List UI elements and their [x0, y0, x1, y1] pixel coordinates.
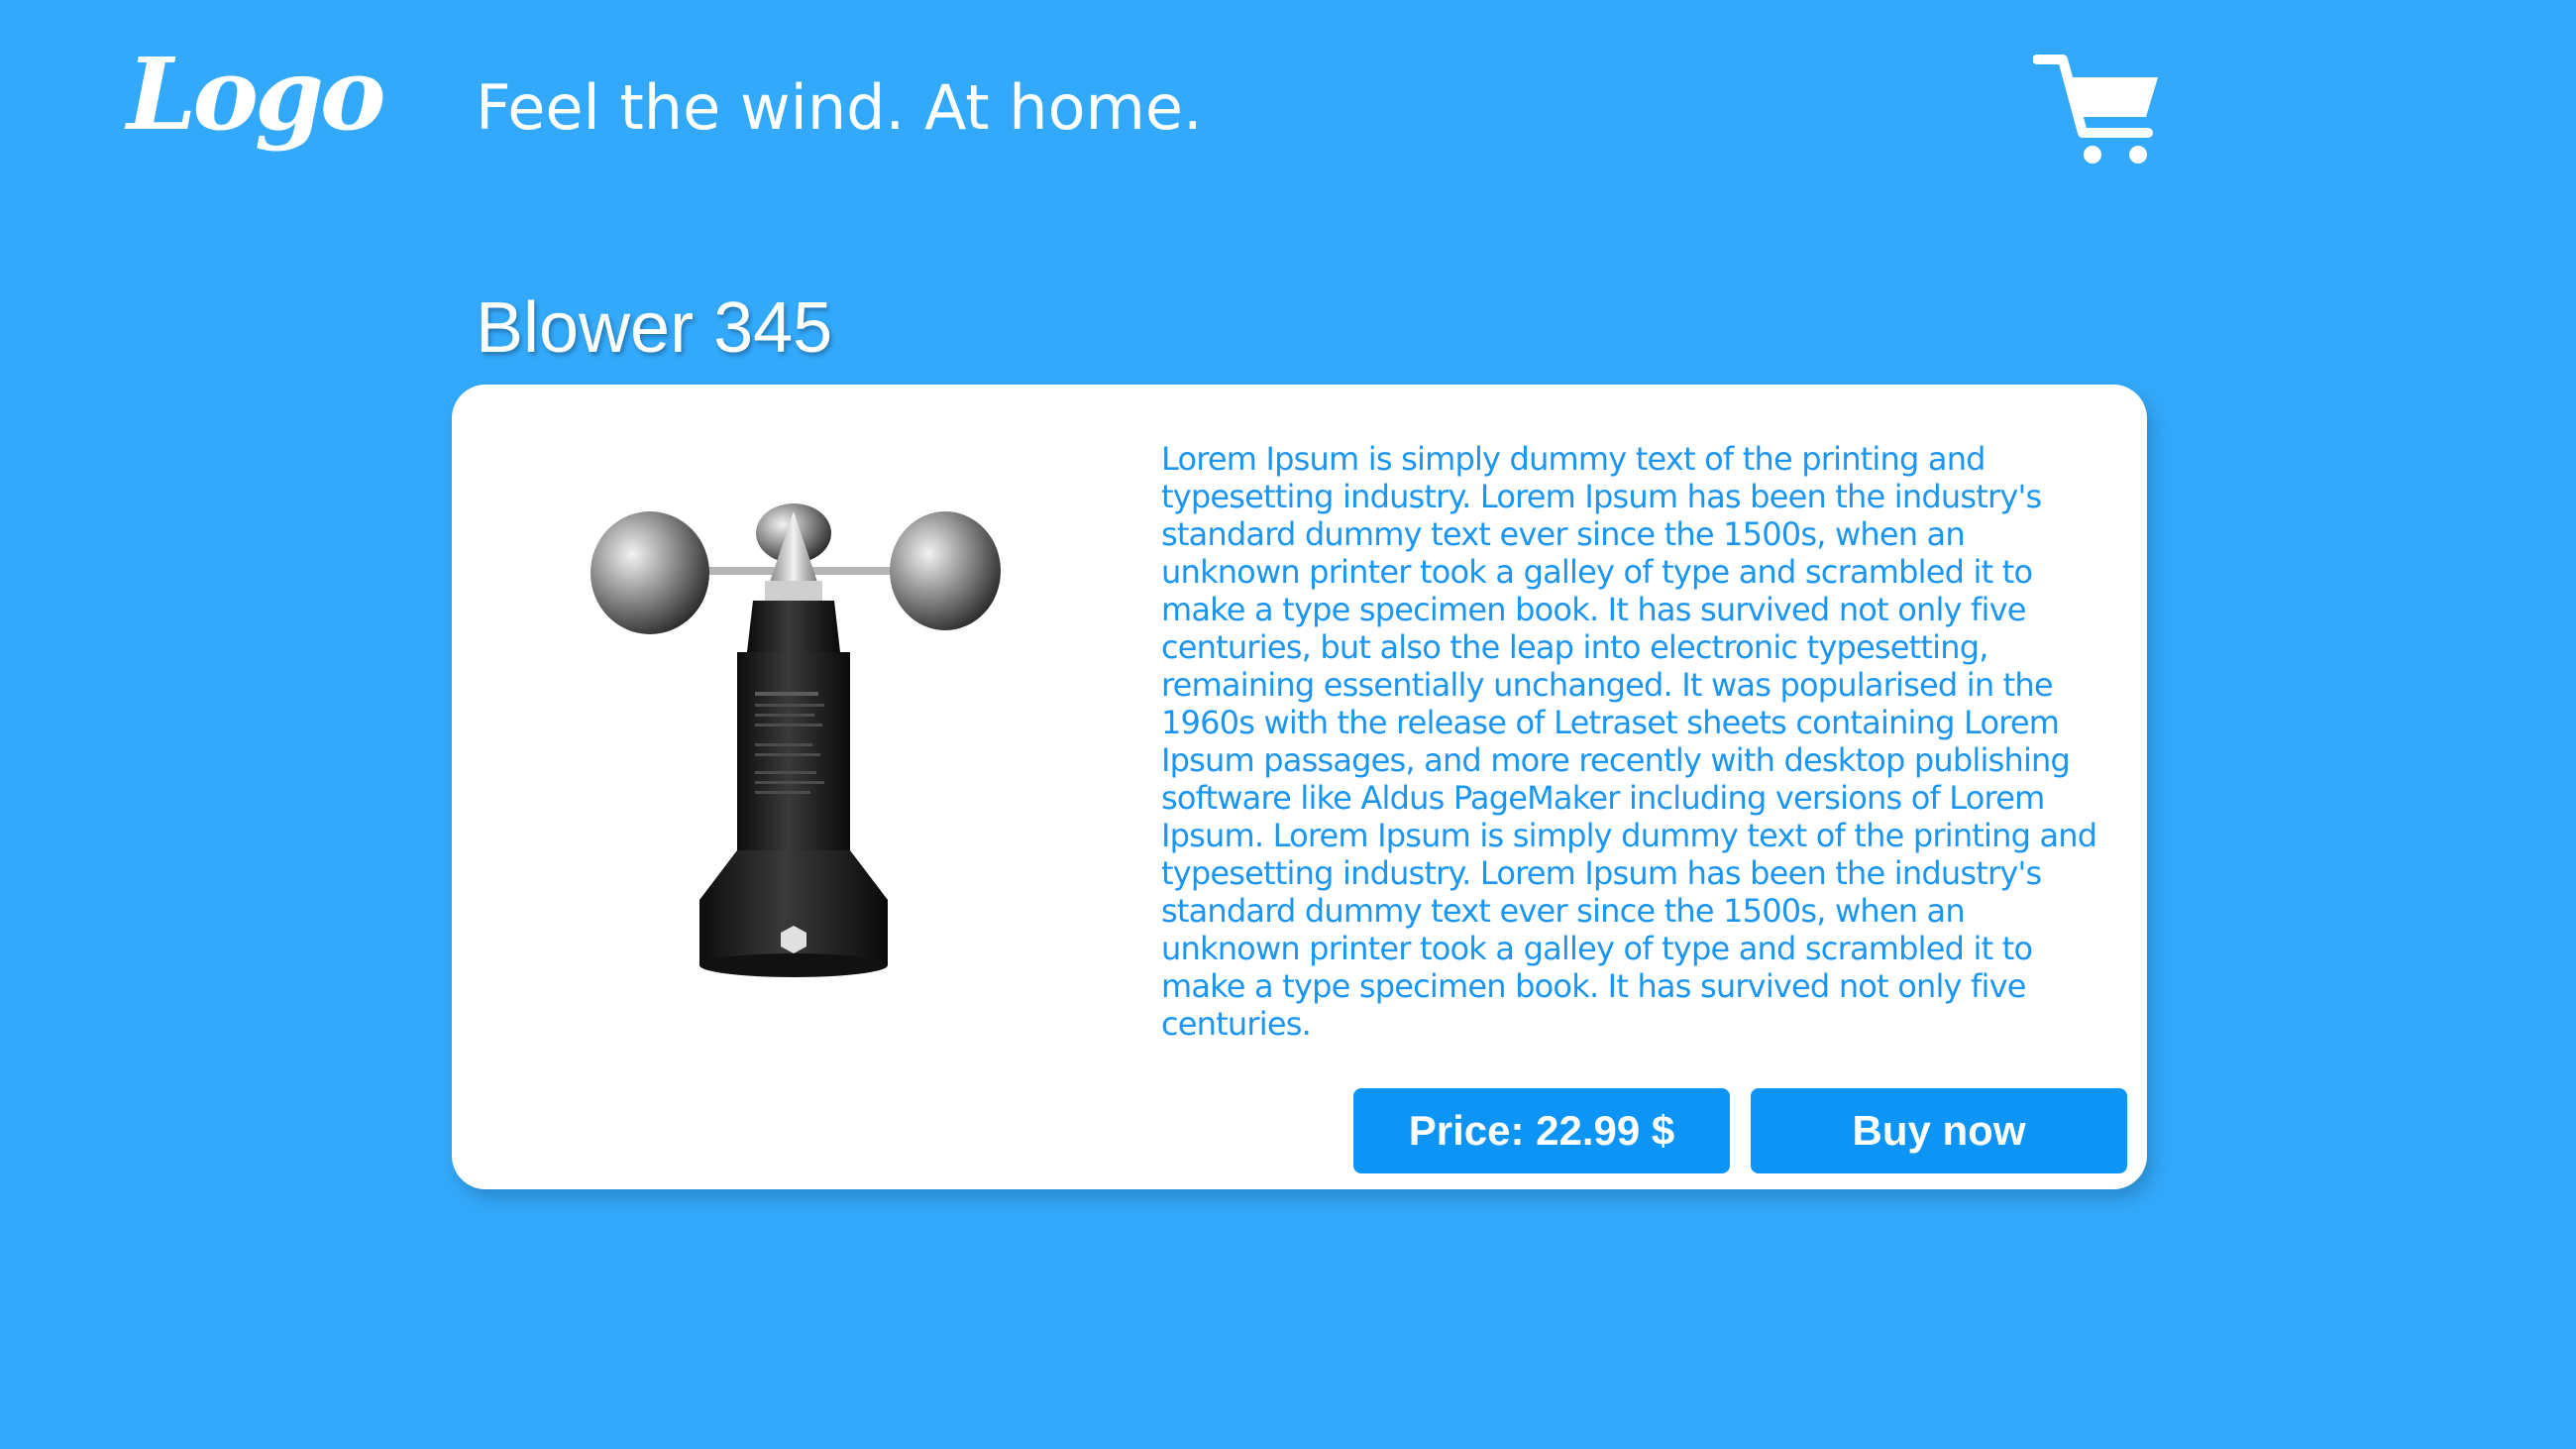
buy-now-button[interactable]: Buy now [1751, 1088, 2127, 1173]
product-card: Lorem Ipsum is simply dummy text of the … [452, 385, 2147, 1189]
cart-button[interactable] [2033, 52, 2164, 170]
logo[interactable]: Logo [127, 40, 386, 149]
price-label: Price: 22.99 $ [1353, 1088, 1730, 1173]
product-description: Lorem Ipsum is simply dummy text of the … [1161, 440, 2097, 1043]
product-title: Blower 345 [476, 288, 833, 368]
tagline: Feel the wind. At home. [476, 71, 1203, 144]
product-image [590, 494, 1007, 989]
shopping-cart-icon [2033, 55, 2158, 164]
anemometer-image [590, 503, 1001, 977]
